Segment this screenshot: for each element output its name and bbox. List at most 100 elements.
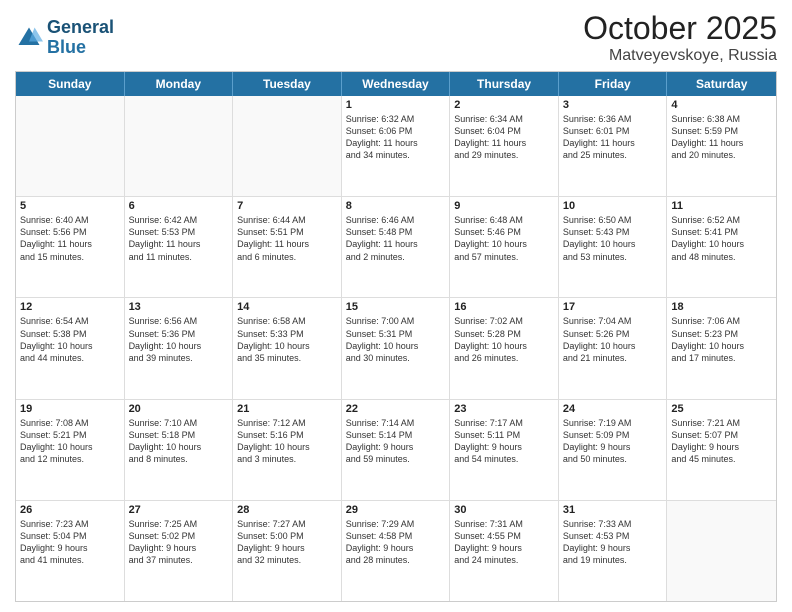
- header-wednesday: Wednesday: [342, 72, 451, 96]
- day-number: 7: [237, 200, 337, 212]
- logo-icon: [15, 24, 43, 52]
- day-number: 28: [237, 504, 337, 516]
- cell-info: Sunrise: 7:12 AMSunset: 5:16 PMDaylight:…: [237, 417, 337, 466]
- day-number: 18: [671, 301, 772, 313]
- logo-text: General Blue: [47, 18, 114, 58]
- cell-info: Sunrise: 7:27 AMSunset: 5:00 PMDaylight:…: [237, 518, 337, 567]
- cal-cell-r0-c0: [16, 96, 125, 196]
- day-number: 13: [129, 301, 229, 313]
- cal-cell-r2-c3: 15 Sunrise: 7:00 AMSunset: 5:31 PMDayligh…: [342, 298, 451, 398]
- title-block: October 2025 Matveyevskoye, Russia: [583, 10, 777, 65]
- cell-info: Sunrise: 7:00 AMSunset: 5:31 PMDaylight:…: [346, 315, 446, 364]
- cal-cell-r4-c4: 30 Sunrise: 7:31 AMSunset: 4:55 PMDayligh…: [450, 501, 559, 601]
- cal-cell-r3-c5: 24 Sunrise: 7:19 AMSunset: 5:09 PMDayligh…: [559, 400, 668, 500]
- cell-info: Sunrise: 6:48 AMSunset: 5:46 PMDaylight:…: [454, 214, 554, 263]
- header-monday: Monday: [125, 72, 234, 96]
- cal-cell-r0-c2: [233, 96, 342, 196]
- cell-info: Sunrise: 7:31 AMSunset: 4:55 PMDaylight:…: [454, 518, 554, 567]
- day-number: 11: [671, 200, 772, 212]
- cal-cell-r2-c1: 13 Sunrise: 6:56 AMSunset: 5:36 PMDayligh…: [125, 298, 234, 398]
- cal-cell-r4-c2: 28 Sunrise: 7:27 AMSunset: 5:00 PMDayligh…: [233, 501, 342, 601]
- cal-cell-r0-c1: [125, 96, 234, 196]
- cal-cell-r1-c0: 5Sunrise: 6:40 AMSunset: 5:56 PMDaylight…: [16, 197, 125, 297]
- day-number: 4: [671, 99, 772, 111]
- logo: General Blue: [15, 18, 114, 58]
- day-number: 17: [563, 301, 663, 313]
- day-number: 15: [346, 301, 446, 313]
- cell-info: Sunrise: 6:38 AMSunset: 5:59 PMDaylight:…: [671, 113, 772, 162]
- calendar-subtitle: Matveyevskoye, Russia: [583, 47, 777, 65]
- cell-info: Sunrise: 6:44 AMSunset: 5:51 PMDaylight:…: [237, 214, 337, 263]
- cell-info: Sunrise: 6:56 AMSunset: 5:36 PMDaylight:…: [129, 315, 229, 364]
- cell-info: Sunrise: 6:58 AMSunset: 5:33 PMDaylight:…: [237, 315, 337, 364]
- cell-info: Sunrise: 7:23 AMSunset: 5:04 PMDaylight:…: [20, 518, 120, 567]
- cell-info: Sunrise: 7:29 AMSunset: 4:58 PMDaylight:…: [346, 518, 446, 567]
- cal-cell-r3-c3: 22Sunrise: 7:14 AMSunset: 5:14 PMDayligh…: [342, 400, 451, 500]
- cell-info: Sunrise: 6:34 AMSunset: 6:04 PMDaylight:…: [454, 113, 554, 162]
- logo-line2: Blue: [47, 37, 86, 57]
- day-number: 27: [129, 504, 229, 516]
- cell-info: Sunrise: 7:25 AMSunset: 5:02 PMDaylight:…: [129, 518, 229, 567]
- cell-info: Sunrise: 6:46 AMSunset: 5:48 PMDaylight:…: [346, 214, 446, 263]
- day-number: 10: [563, 200, 663, 212]
- calendar-row-5: 26Sunrise: 7:23 AMSunset: 5:04 PMDayligh…: [16, 501, 776, 601]
- cal-cell-r4-c6: [667, 501, 776, 601]
- header-thursday: Thursday: [450, 72, 559, 96]
- day-number: 30: [454, 504, 554, 516]
- calendar-title: October 2025: [583, 10, 777, 47]
- day-number: 2: [454, 99, 554, 111]
- cal-cell-r4-c1: 27 Sunrise: 7:25 AMSunset: 5:02 PMDayligh…: [125, 501, 234, 601]
- cell-info: Sunrise: 7:10 AMSunset: 5:18 PMDaylight:…: [129, 417, 229, 466]
- cal-cell-r1-c6: 11 Sunrise: 6:52 AMSunset: 5:41 PMDayligh…: [667, 197, 776, 297]
- cell-info: Sunrise: 7:02 AMSunset: 5:28 PMDaylight:…: [454, 315, 554, 364]
- cal-cell-r0-c5: 3 Sunrise: 6:36 AMSunset: 6:01 PMDaylight…: [559, 96, 668, 196]
- cal-cell-r4-c3: 29 Sunrise: 7:29 AMSunset: 4:58 PMDayligh…: [342, 501, 451, 601]
- cell-info: Sunrise: 7:19 AMSunset: 5:09 PMDaylight:…: [563, 417, 663, 466]
- cell-info: Sunrise: 6:40 AMSunset: 5:56 PMDaylight:…: [20, 214, 120, 263]
- cell-info: Sunrise: 6:52 AMSunset: 5:41 PMDaylight:…: [671, 214, 772, 263]
- cal-cell-r4-c5: 31Sunrise: 7:33 AMSunset: 4:53 PMDayligh…: [559, 501, 668, 601]
- day-number: 25: [671, 403, 772, 415]
- cal-cell-r2-c0: 12Sunrise: 6:54 AMSunset: 5:38 PMDayligh…: [16, 298, 125, 398]
- cal-cell-r4-c0: 26Sunrise: 7:23 AMSunset: 5:04 PMDayligh…: [16, 501, 125, 601]
- cal-cell-r3-c6: 25Sunrise: 7:21 AMSunset: 5:07 PMDayligh…: [667, 400, 776, 500]
- cell-info: Sunrise: 7:14 AMSunset: 5:14 PMDaylight:…: [346, 417, 446, 466]
- day-number: 3: [563, 99, 663, 111]
- cell-info: Sunrise: 6:54 AMSunset: 5:38 PMDaylight:…: [20, 315, 120, 364]
- logo-line1: General: [47, 17, 114, 37]
- cell-info: Sunrise: 7:08 AMSunset: 5:21 PMDaylight:…: [20, 417, 120, 466]
- cal-cell-r3-c1: 20 Sunrise: 7:10 AMSunset: 5:18 PMDayligh…: [125, 400, 234, 500]
- cell-info: Sunrise: 6:42 AMSunset: 5:53 PMDaylight:…: [129, 214, 229, 263]
- cell-info: Sunrise: 7:04 AMSunset: 5:26 PMDaylight:…: [563, 315, 663, 364]
- cal-cell-r0-c4: 2 Sunrise: 6:34 AMSunset: 6:04 PMDaylight…: [450, 96, 559, 196]
- cal-cell-r2-c2: 14 Sunrise: 6:58 AMSunset: 5:33 PMDayligh…: [233, 298, 342, 398]
- cell-info: Sunrise: 6:32 AMSunset: 6:06 PMDaylight:…: [346, 113, 446, 162]
- cal-cell-r1-c3: 8Sunrise: 6:46 AMSunset: 5:48 PMDaylight…: [342, 197, 451, 297]
- header-tuesday: Tuesday: [233, 72, 342, 96]
- cal-cell-r2-c5: 17 Sunrise: 7:04 AMSunset: 5:26 PMDayligh…: [559, 298, 668, 398]
- day-number: 24: [563, 403, 663, 415]
- cal-cell-r3-c4: 23 Sunrise: 7:17 AMSunset: 5:11 PMDayligh…: [450, 400, 559, 500]
- day-number: 16: [454, 301, 554, 313]
- day-number: 29: [346, 504, 446, 516]
- day-number: 6: [129, 200, 229, 212]
- cell-info: Sunrise: 6:36 AMSunset: 6:01 PMDaylight:…: [563, 113, 663, 162]
- day-number: 20: [129, 403, 229, 415]
- cal-cell-r2-c4: 16 Sunrise: 7:02 AMSunset: 5:28 PMDayligh…: [450, 298, 559, 398]
- calendar-row-3: 12Sunrise: 6:54 AMSunset: 5:38 PMDayligh…: [16, 298, 776, 399]
- cal-cell-r1-c4: 9Sunrise: 6:48 AMSunset: 5:46 PMDaylight…: [450, 197, 559, 297]
- day-number: 14: [237, 301, 337, 313]
- calendar-row-1: 1Sunrise: 6:32 AMSunset: 6:06 PMDaylight…: [16, 96, 776, 197]
- header: General Blue October 2025 Matveyevskoye,…: [15, 10, 777, 65]
- cal-cell-r3-c0: 19Sunrise: 7:08 AMSunset: 5:21 PMDayligh…: [16, 400, 125, 500]
- calendar-body: 1Sunrise: 6:32 AMSunset: 6:06 PMDaylight…: [16, 96, 776, 601]
- header-sunday: Sunday: [16, 72, 125, 96]
- day-number: 23: [454, 403, 554, 415]
- day-number: 21: [237, 403, 337, 415]
- cell-info: Sunrise: 7:17 AMSunset: 5:11 PMDaylight:…: [454, 417, 554, 466]
- cal-cell-r1-c1: 6 Sunrise: 6:42 AMSunset: 5:53 PMDaylight…: [125, 197, 234, 297]
- cal-cell-r0-c6: 4 Sunrise: 6:38 AMSunset: 5:59 PMDaylight…: [667, 96, 776, 196]
- page: General Blue October 2025 Matveyevskoye,…: [0, 0, 792, 612]
- cell-info: Sunrise: 7:33 AMSunset: 4:53 PMDaylight:…: [563, 518, 663, 567]
- cell-info: Sunrise: 7:06 AMSunset: 5:23 PMDaylight:…: [671, 315, 772, 364]
